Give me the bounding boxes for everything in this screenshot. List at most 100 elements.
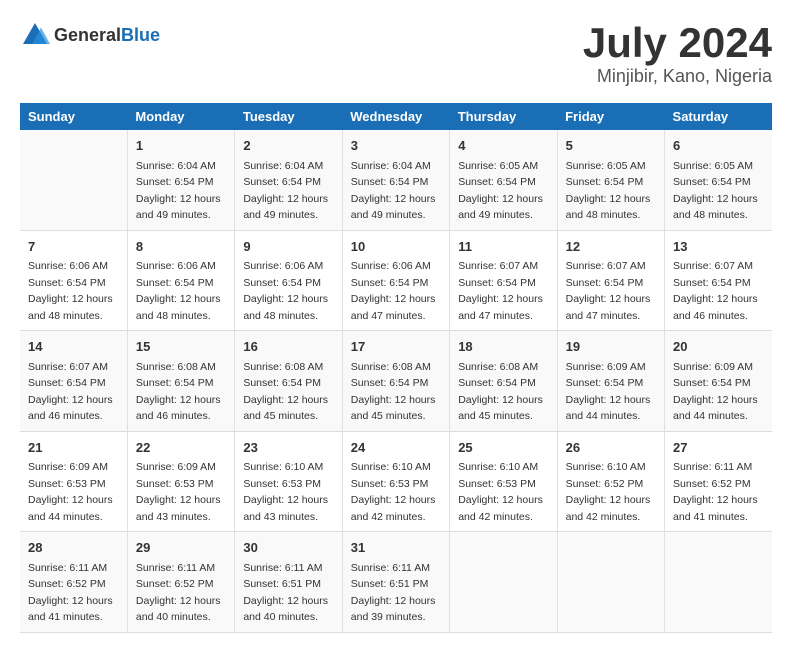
day-number: 25 [458, 438, 548, 458]
calendar-cell [665, 532, 772, 633]
day-number: 27 [673, 438, 764, 458]
day-number: 30 [243, 538, 333, 558]
day-number: 6 [673, 136, 764, 156]
calendar-table: Sunday Monday Tuesday Wednesday Thursday… [20, 103, 772, 633]
calendar-cell: 25 Sunrise: 6:10 AMSunset: 6:53 PMDayligh… [450, 431, 557, 532]
calendar-cell [557, 532, 664, 633]
cell-info: Sunrise: 6:09 AMSunset: 6:54 PMDaylight:… [566, 361, 651, 423]
day-number: 21 [28, 438, 119, 458]
cell-info: Sunrise: 6:05 AMSunset: 6:54 PMDaylight:… [458, 160, 543, 222]
cell-info: Sunrise: 6:04 AMSunset: 6:54 PMDaylight:… [351, 160, 436, 222]
calendar-cell [450, 532, 557, 633]
cell-info: Sunrise: 6:11 AMSunset: 6:52 PMDaylight:… [673, 461, 758, 523]
cell-info: Sunrise: 6:10 AMSunset: 6:53 PMDaylight:… [243, 461, 328, 523]
day-number: 15 [136, 337, 226, 357]
logo-icon [20, 20, 50, 50]
calendar-cell: 7 Sunrise: 6:06 AMSunset: 6:54 PMDaylight… [20, 230, 127, 331]
cell-info: Sunrise: 6:05 AMSunset: 6:54 PMDaylight:… [673, 160, 758, 222]
day-number: 9 [243, 237, 333, 257]
day-number: 1 [136, 136, 226, 156]
calendar-cell: 22Sunrise: 6:09 AMSunset: 6:53 PMDayligh… [127, 431, 234, 532]
day-number: 18 [458, 337, 548, 357]
calendar-cell: 11 Sunrise: 6:07 AMSunset: 6:54 PMDayligh… [450, 230, 557, 331]
cell-info: Sunrise: 6:09 AMSunset: 6:53 PMDaylight:… [136, 461, 221, 523]
calendar-cell: 9 Sunrise: 6:06 AMSunset: 6:54 PMDaylight… [235, 230, 342, 331]
day-number: 14 [28, 337, 119, 357]
cell-info: Sunrise: 6:10 AMSunset: 6:52 PMDaylight:… [566, 461, 651, 523]
week-row-4: 21 Sunrise: 6:09 AMSunset: 6:53 PMDayligh… [20, 431, 772, 532]
cell-info: Sunrise: 6:07 AMSunset: 6:54 PMDaylight:… [458, 260, 543, 322]
calendar-cell: 30 Sunrise: 6:11 AMSunset: 6:51 PMDayligh… [235, 532, 342, 633]
day-number: 13 [673, 237, 764, 257]
week-row-3: 14 Sunrise: 6:07 AMSunset: 6:54 PMDayligh… [20, 331, 772, 432]
main-title: July 2024 [583, 20, 772, 66]
cell-info: Sunrise: 6:08 AMSunset: 6:54 PMDaylight:… [243, 361, 328, 423]
cell-info: Sunrise: 6:10 AMSunset: 6:53 PMDaylight:… [351, 461, 436, 523]
day-number: 4 [458, 136, 548, 156]
cell-info: Sunrise: 6:07 AMSunset: 6:54 PMDaylight:… [28, 361, 113, 423]
col-tuesday: Tuesday [235, 103, 342, 130]
header: GeneralBlue July 2024 Minjibir, Kano, Ni… [20, 20, 772, 87]
calendar-cell: 27 Sunrise: 6:11 AMSunset: 6:52 PMDayligh… [665, 431, 772, 532]
calendar-cell: 12 Sunrise: 6:07 AMSunset: 6:54 PMDayligh… [557, 230, 664, 331]
day-number: 28 [28, 538, 119, 558]
cell-info: Sunrise: 6:09 AMSunset: 6:54 PMDaylight:… [673, 361, 758, 423]
day-number: 23 [243, 438, 333, 458]
header-row: Sunday Monday Tuesday Wednesday Thursday… [20, 103, 772, 130]
calendar-cell: 19 Sunrise: 6:09 AMSunset: 6:54 PMDayligh… [557, 331, 664, 432]
cell-info: Sunrise: 6:04 AMSunset: 6:54 PMDaylight:… [136, 160, 221, 222]
col-saturday: Saturday [665, 103, 772, 130]
col-thursday: Thursday [450, 103, 557, 130]
cell-info: Sunrise: 6:05 AMSunset: 6:54 PMDaylight:… [566, 160, 651, 222]
day-number: 16 [243, 337, 333, 357]
calendar-cell: 16 Sunrise: 6:08 AMSunset: 6:54 PMDayligh… [235, 331, 342, 432]
calendar-cell: 4 Sunrise: 6:05 AMSunset: 6:54 PMDaylight… [450, 130, 557, 230]
cell-info: Sunrise: 6:06 AMSunset: 6:54 PMDaylight:… [351, 260, 436, 322]
col-monday: Monday [127, 103, 234, 130]
week-row-1: 1 Sunrise: 6:04 AMSunset: 6:54 PMDaylight… [20, 130, 772, 230]
calendar-cell: 17Sunrise: 6:08 AMSunset: 6:54 PMDayligh… [342, 331, 449, 432]
day-number: 12 [566, 237, 656, 257]
calendar-cell: 28 Sunrise: 6:11 AMSunset: 6:52 PMDayligh… [20, 532, 127, 633]
day-number: 19 [566, 337, 656, 357]
calendar-cell: 26 Sunrise: 6:10 AMSunset: 6:52 PMDayligh… [557, 431, 664, 532]
day-number: 2 [243, 136, 333, 156]
day-number: 10 [351, 237, 441, 257]
cell-info: Sunrise: 6:06 AMSunset: 6:54 PMDaylight:… [28, 260, 113, 322]
calendar-cell: 13 Sunrise: 6:07 AMSunset: 6:54 PMDayligh… [665, 230, 772, 331]
cell-info: Sunrise: 6:06 AMSunset: 6:54 PMDaylight:… [243, 260, 328, 322]
calendar-cell: 8Sunrise: 6:06 AMSunset: 6:54 PMDaylight… [127, 230, 234, 331]
col-wednesday: Wednesday [342, 103, 449, 130]
calendar-cell: 5Sunrise: 6:05 AMSunset: 6:54 PMDaylight… [557, 130, 664, 230]
cell-info: Sunrise: 6:09 AMSunset: 6:53 PMDaylight:… [28, 461, 113, 523]
cell-info: Sunrise: 6:07 AMSunset: 6:54 PMDaylight:… [673, 260, 758, 322]
calendar-cell: 1 Sunrise: 6:04 AMSunset: 6:54 PMDaylight… [127, 130, 234, 230]
calendar-cell: 18 Sunrise: 6:08 AMSunset: 6:54 PMDayligh… [450, 331, 557, 432]
calendar-cell: 15 Sunrise: 6:08 AMSunset: 6:54 PMDayligh… [127, 331, 234, 432]
col-friday: Friday [557, 103, 664, 130]
logo-general-text: General [54, 25, 121, 45]
day-number: 17 [351, 337, 441, 357]
week-row-2: 7 Sunrise: 6:06 AMSunset: 6:54 PMDaylight… [20, 230, 772, 331]
cell-info: Sunrise: 6:10 AMSunset: 6:53 PMDaylight:… [458, 461, 543, 523]
day-number: 7 [28, 237, 119, 257]
cell-info: Sunrise: 6:11 AMSunset: 6:51 PMDaylight:… [351, 562, 436, 624]
week-row-5: 28 Sunrise: 6:11 AMSunset: 6:52 PMDayligh… [20, 532, 772, 633]
calendar-cell: 10 Sunrise: 6:06 AMSunset: 6:54 PMDayligh… [342, 230, 449, 331]
col-sunday: Sunday [20, 103, 127, 130]
cell-info: Sunrise: 6:11 AMSunset: 6:51 PMDaylight:… [243, 562, 328, 624]
calendar-cell: 14 Sunrise: 6:07 AMSunset: 6:54 PMDayligh… [20, 331, 127, 432]
day-number: 31 [351, 538, 441, 558]
day-number: 24 [351, 438, 441, 458]
calendar-cell: 2Sunrise: 6:04 AMSunset: 6:54 PMDaylight… [235, 130, 342, 230]
calendar-cell [20, 130, 127, 230]
cell-info: Sunrise: 6:11 AMSunset: 6:52 PMDaylight:… [28, 562, 113, 624]
calendar-cell: 20Sunrise: 6:09 AMSunset: 6:54 PMDayligh… [665, 331, 772, 432]
logo: GeneralBlue [20, 20, 160, 50]
calendar-cell: 24 Sunrise: 6:10 AMSunset: 6:53 PMDayligh… [342, 431, 449, 532]
cell-info: Sunrise: 6:08 AMSunset: 6:54 PMDaylight:… [458, 361, 543, 423]
cell-info: Sunrise: 6:08 AMSunset: 6:54 PMDaylight:… [136, 361, 221, 423]
day-number: 11 [458, 237, 548, 257]
day-number: 26 [566, 438, 656, 458]
cell-info: Sunrise: 6:07 AMSunset: 6:54 PMDaylight:… [566, 260, 651, 322]
